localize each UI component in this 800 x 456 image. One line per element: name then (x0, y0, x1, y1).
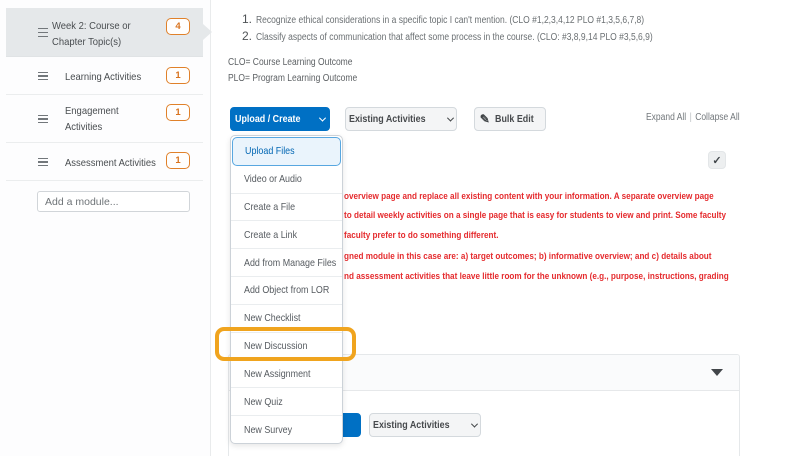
module-label: Learning Activities (65, 69, 164, 85)
pencil-icon: ✎ (480, 112, 490, 126)
expand-all-link[interactable]: Expand All (646, 112, 686, 123)
collapse-caret-icon[interactable] (711, 369, 723, 376)
module-label: Assessment Activities (65, 155, 164, 171)
existing-activities-button[interactable]: Existing Activities (369, 413, 481, 437)
upload-create-button[interactable]: Upload / Create (230, 107, 330, 131)
red-text-line: nd assessment activities that leave litt… (344, 267, 729, 286)
menu-item-new-checklist[interactable]: New Checklist (231, 304, 342, 332)
chevron-down-icon (446, 114, 453, 121)
sidebar-item-learning-activities[interactable]: Learning Activities 1 (6, 57, 203, 95)
menu-item-add-from-manage-files[interactable]: Add from Manage Files (231, 248, 342, 276)
menu-item-new-survey[interactable]: New Survey (231, 415, 342, 443)
selected-module-notch (203, 24, 212, 40)
module-count-badge: 4 (166, 18, 190, 35)
clo-note: CLO= Course Learning Outcome (228, 57, 374, 68)
completion-check-button[interactable]: ✓ (708, 151, 726, 169)
menu-item-new-assignment[interactable]: New Assignment (231, 360, 342, 388)
module-count-badge: 1 (166, 104, 190, 121)
add-module-input[interactable] (37, 191, 190, 212)
module-count-badge: 1 (166, 152, 190, 169)
chevron-down-icon (319, 114, 326, 121)
module-label: Week 2: Course or Chapter Topic(s) (52, 18, 142, 50)
red-text-line: overview page and replace all existing c… (344, 187, 729, 206)
existing-activities-button[interactable]: Existing Activities (345, 107, 457, 131)
menu-item-upload-files[interactable]: Upload Files (232, 137, 341, 166)
course-content-page: Week 2: Course or Chapter Topic(s) 4 Lea… (0, 0, 800, 456)
module-count-badge: 1 (166, 67, 190, 84)
menu-item-create-a-link[interactable]: Create a Link (231, 220, 342, 248)
menu-item-video-or-audio[interactable]: Video or Audio (231, 166, 342, 193)
list-number: 2. (242, 29, 256, 43)
drag-handle-icon[interactable] (38, 28, 48, 37)
module-sidebar: Week 2: Course or Chapter Topic(s) 4 Lea… (0, 0, 211, 456)
bulk-edit-button[interactable]: ✎ Bulk Edit (474, 107, 546, 131)
bulk-edit-label: Bulk Edit (495, 113, 534, 125)
module-label: Engagement Activities (65, 103, 137, 135)
upload-create-label: Upload / Create (235, 113, 300, 125)
drag-handle-icon[interactable] (38, 72, 48, 81)
existing-activities-label: Existing Activities (349, 113, 426, 125)
plo-note: PLO= Program Learning Outcome (228, 73, 380, 84)
red-text-line: faculty prefer to do something different… (344, 226, 729, 245)
existing-activities-label: Existing Activities (373, 419, 450, 431)
menu-item-add-object-from-lor[interactable]: Add Object from LOR (231, 276, 342, 304)
menu-item-create-a-file[interactable]: Create a File (231, 193, 342, 221)
check-icon: ✓ (712, 154, 721, 167)
collapse-all-link[interactable]: Collapse All (695, 112, 739, 123)
red-text-line: to detail weekly activities on a single … (344, 206, 729, 225)
chevron-down-icon (470, 420, 477, 427)
sidebar-item-week2-module[interactable]: Week 2: Course or Chapter Topic(s) 4 (6, 8, 203, 57)
drag-handle-icon[interactable] (38, 115, 48, 124)
upload-create-dropdown-menu: Upload Files Video or Audio Create a Fil… (230, 135, 343, 444)
sidebar-item-engagement-activities[interactable]: Engagement Activities 1 (6, 95, 203, 143)
link-separator: | (686, 112, 695, 123)
outcome-text: Recognize ethical considerations in a sp… (256, 15, 644, 26)
expand-collapse-links: Expand All|Collapse All (646, 112, 756, 123)
outcome-list-item: 2. Classify aspects of communication tha… (242, 29, 723, 43)
instructional-red-text: overview page and replace all existing c… (344, 187, 797, 286)
outcome-list-item: 1. Recognize ethical considerations in a… (242, 12, 713, 26)
menu-item-new-discussion[interactable]: New Discussion (231, 332, 342, 360)
sidebar-item-assessment-activities[interactable]: Assessment Activities 1 (6, 143, 203, 181)
outcome-text: Classify aspects of communication that a… (256, 32, 653, 43)
list-number: 1. (242, 12, 256, 26)
drag-handle-icon[interactable] (38, 158, 48, 167)
red-text-line: gned module in this case are: a) target … (344, 247, 729, 266)
menu-item-new-quiz[interactable]: New Quiz (231, 387, 342, 415)
